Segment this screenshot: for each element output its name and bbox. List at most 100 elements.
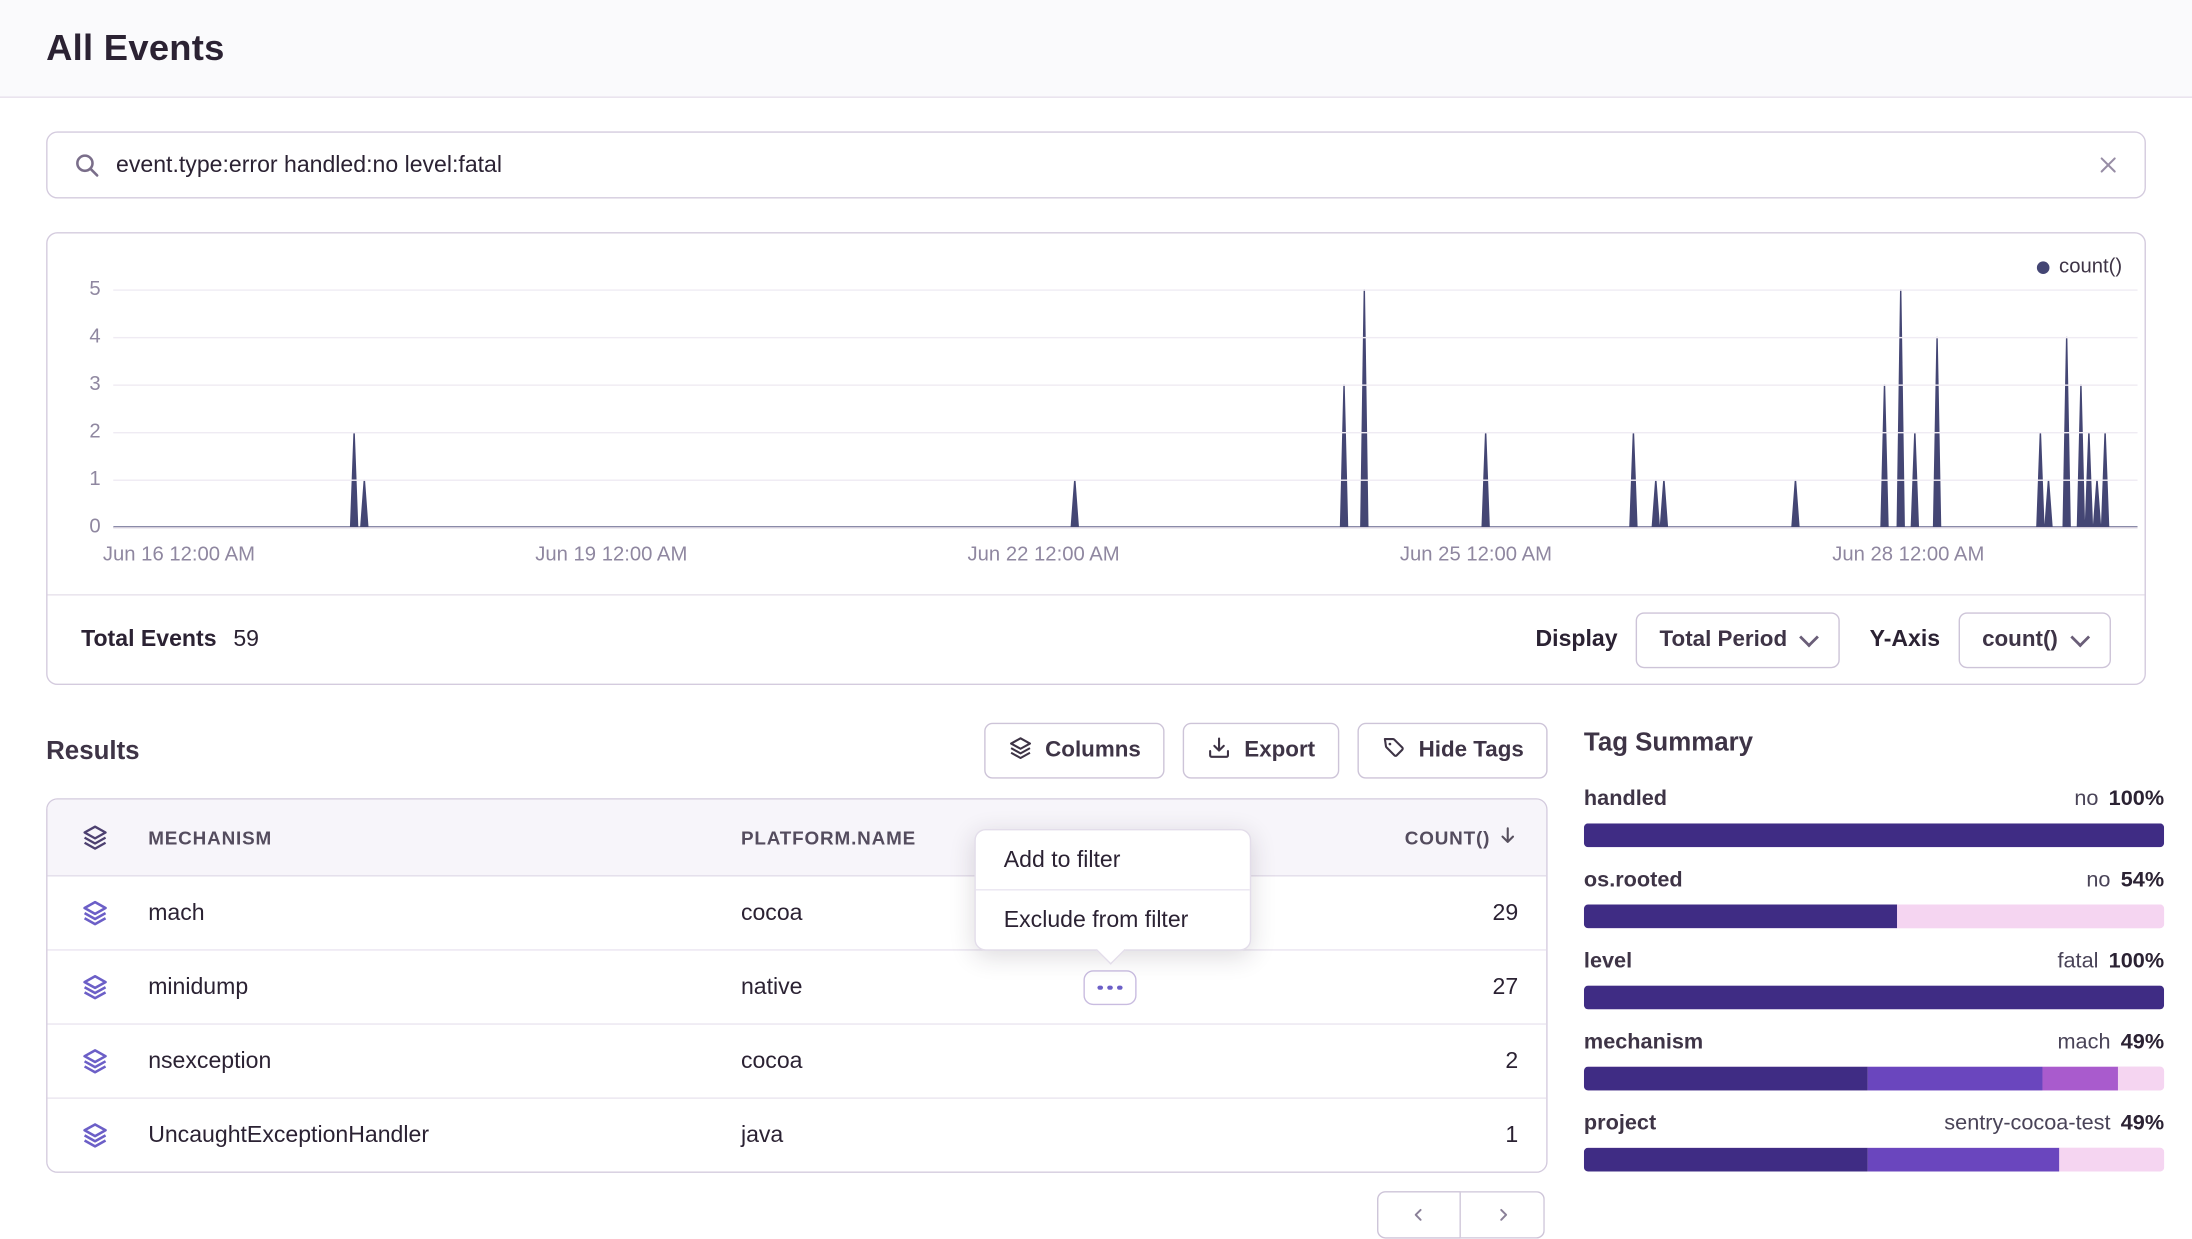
gridline xyxy=(113,527,2137,528)
tag-bar[interactable] xyxy=(1584,905,2164,929)
y-axis-label: 1 xyxy=(48,467,101,492)
table-row[interactable]: machcocoa29 xyxy=(48,877,1547,950)
layers-icon xyxy=(1007,735,1032,767)
cell-platform[interactable]: native xyxy=(741,974,1295,1001)
cell-count[interactable]: 2 xyxy=(1295,1048,1547,1075)
export-button-label: Export xyxy=(1244,738,1315,763)
page-title: All Events xyxy=(46,27,225,70)
sort-desc-icon xyxy=(1497,825,1518,850)
chevron-down-icon xyxy=(1800,627,1820,647)
events-area-chart[interactable] xyxy=(113,267,2137,530)
yaxis-select-value: count() xyxy=(1982,627,2058,652)
tag-bar[interactable] xyxy=(1584,1067,2164,1091)
search-bar[interactable]: event.type:error handled:no level:fatal xyxy=(46,131,2146,198)
column-header-mechanism[interactable]: MECHANISM xyxy=(148,827,741,848)
tag-bar-segment[interactable] xyxy=(1584,986,2164,1010)
menu-item-add-to-filter[interactable]: Add to filter xyxy=(976,830,1250,889)
results-title: Results xyxy=(46,735,139,766)
y-axis-label: 3 xyxy=(48,372,101,397)
gridline xyxy=(113,384,2137,385)
chart-legend[interactable]: count() xyxy=(2037,256,2122,278)
ellipsis-icon xyxy=(1098,985,1103,990)
x-axis-label: Jun 19 12:00 AM xyxy=(492,544,730,566)
tag-bar[interactable] xyxy=(1584,823,2164,847)
search-input[interactable]: event.type:error handled:no level:fatal xyxy=(116,152,2097,179)
cell-count[interactable]: 1 xyxy=(1295,1122,1547,1149)
tag-item: mechanismmach 49% xyxy=(1584,1030,2164,1090)
results-actions: Columns Export Hide Tags xyxy=(984,723,1548,779)
tag-item: levelfatal 100% xyxy=(1584,949,2164,1009)
cell-platform[interactable]: cocoa xyxy=(741,1048,1295,1075)
tag-summary-list: handled no 100% os.rootedno 54% levelfatal … xyxy=(1584,787,2164,1171)
legend-dot-icon xyxy=(2037,261,2050,274)
tag-label: mechanism xyxy=(1584,1030,1703,1055)
y-axis-label: 5 xyxy=(48,277,101,302)
layers-icon xyxy=(48,1121,149,1149)
tag-value: no 100% xyxy=(2074,787,2164,812)
tag-bar-segment[interactable] xyxy=(2042,1067,2117,1091)
cell-mechanism[interactable]: UncaughtExceptionHandler xyxy=(148,1122,741,1149)
hide-tags-button-label: Hide Tags xyxy=(1419,738,1524,763)
filter-context-menu: Add to filter Exclude from filter xyxy=(974,829,1251,951)
pagination-prev-button[interactable] xyxy=(1377,1191,1461,1239)
table-header-row: MECHANISM PLATFORM.NAME COUNT() xyxy=(48,800,1547,877)
tag-bar-segment[interactable] xyxy=(1897,905,2164,929)
tag-bar-segment[interactable] xyxy=(1584,905,1897,929)
x-axis-label: Jun 16 12:00 AM xyxy=(60,544,298,566)
tag-item: os.rootedno 54% xyxy=(1584,868,2164,928)
gridline xyxy=(113,480,2137,481)
tag-bar-segment[interactable] xyxy=(1584,1148,1868,1172)
display-select[interactable]: Total Period xyxy=(1636,612,1840,668)
tag-value: sentry-cocoa-test 49% xyxy=(1944,1111,2164,1136)
tag-bar-segment[interactable] xyxy=(2118,1067,2164,1091)
table-row[interactable]: UncaughtExceptionHandlerjava1 xyxy=(48,1097,1547,1171)
row-actions-button[interactable] xyxy=(1083,970,1136,1005)
x-axis-label: Jun 25 12:00 AM xyxy=(1357,544,1595,566)
display-select-value: Total Period xyxy=(1660,627,1788,652)
total-events-label: Total Events xyxy=(81,626,216,653)
tag-percent: 54% xyxy=(2121,868,2164,892)
tag-summary-title: Tag Summary xyxy=(1584,727,2164,758)
tag-percent: 49% xyxy=(2121,1030,2164,1054)
hide-tags-button[interactable]: Hide Tags xyxy=(1357,723,1548,779)
tag-bar-segment[interactable] xyxy=(1584,1067,1868,1091)
cell-mechanism[interactable]: minidump xyxy=(148,974,741,1001)
column-header-count-label: COUNT() xyxy=(1405,827,1491,848)
table-row[interactable]: nsexceptioncocoa2 xyxy=(48,1023,1547,1097)
cell-mechanism[interactable]: mach xyxy=(148,900,741,927)
chart-footer: Total Events 59 Display Total Period Y-A… xyxy=(48,594,2145,683)
cell-count[interactable]: 29 xyxy=(1295,900,1547,927)
columns-button[interactable]: Columns xyxy=(984,723,1165,779)
y-axis-label: 0 xyxy=(48,514,101,539)
results-table: MECHANISM PLATFORM.NAME COUNT() machcoco… xyxy=(46,798,1547,1173)
tag-bar-segment[interactable] xyxy=(1584,823,2164,847)
tag-bar-segment[interactable] xyxy=(1868,1067,2042,1091)
tag-value: no 54% xyxy=(2086,868,2164,893)
app-root: All Events event.type:error handled:no l… xyxy=(0,0,2192,1208)
gridline xyxy=(113,432,2137,433)
table-row[interactable]: minidumpnative27 xyxy=(48,949,1547,1023)
x-axis-label: Jun 28 12:00 AM xyxy=(1789,544,2027,566)
events-chart-panel: count() Total Events 59 Display Total Pe… xyxy=(46,232,2146,685)
tag-percent: 100% xyxy=(2109,949,2164,973)
column-header-count[interactable]: COUNT() xyxy=(1295,825,1547,850)
legend-label: count() xyxy=(2059,256,2122,278)
results-header: Results Columns Export Hide Tags xyxy=(46,721,1547,780)
tag-bar-segment[interactable] xyxy=(1868,1148,2059,1172)
tag-label: level xyxy=(1584,949,1632,974)
tag-bar[interactable] xyxy=(1584,1148,2164,1172)
cell-mechanism[interactable]: nsexception xyxy=(148,1048,741,1075)
tag-label: handled xyxy=(1584,787,1667,812)
cell-count[interactable]: 27 xyxy=(1295,974,1547,1001)
cell-platform[interactable]: java xyxy=(741,1122,1295,1149)
yaxis-label: Y-Axis xyxy=(1870,626,1941,653)
clear-search-icon[interactable] xyxy=(2097,154,2119,176)
pagination-next-button[interactable] xyxy=(1461,1191,1545,1239)
yaxis-select[interactable]: count() xyxy=(1958,612,2111,668)
tag-bar-segment[interactable] xyxy=(2060,1148,2164,1172)
export-button[interactable]: Export xyxy=(1183,723,1339,779)
tag-percent: 49% xyxy=(2121,1111,2164,1135)
tag-summary-panel: Tag Summary handled no 100% os.rootedno 54… xyxy=(1584,727,2164,1193)
total-events-value: 59 xyxy=(233,626,259,653)
tag-bar[interactable] xyxy=(1584,986,2164,1010)
